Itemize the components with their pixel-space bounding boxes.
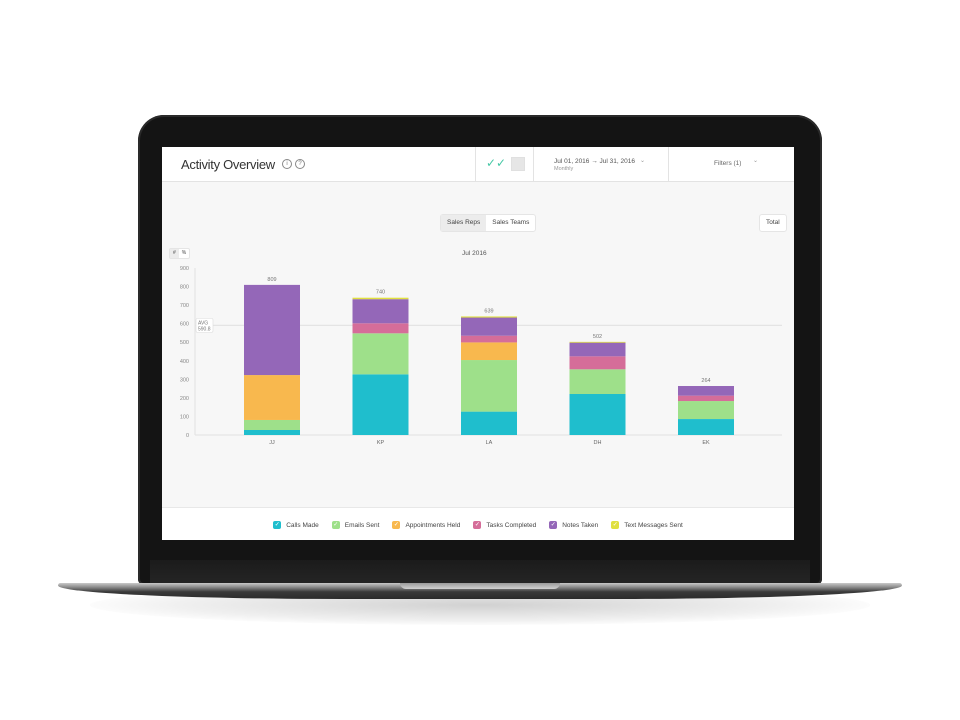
header-bar: Activity Overview i ? ✓✓ Jul 01, 2016 → … [162, 147, 794, 182]
bar-segment-calls-made [461, 411, 517, 435]
checkbox-checked-icon[interactable]: ✓ [473, 521, 482, 529]
grouping-toggle: Sales Reps Sales Teams [440, 214, 537, 232]
legend-label: Text Messages Sent [624, 521, 683, 529]
chevron-down-icon: ⌄ [753, 158, 759, 164]
view-toggle-group: ✓✓ [475, 147, 534, 181]
bar-total-label: 502 [593, 334, 602, 340]
bar-segment-emails-sent [569, 369, 626, 394]
bar-segment-text-messages-sent [352, 297, 409, 300]
chart-legend: ✓ Calls Made ✓ Emails Sent ✓ Appointments Hel… [162, 521, 794, 529]
filters-dropdown[interactable]: Filters (1) ⌄ [668, 147, 794, 181]
bar-segment-text-messages-sent [569, 341, 626, 343]
average-value: 590.8 [198, 326, 211, 332]
y-tick-label: 500 [180, 340, 189, 346]
legend-label: Emails Sent [344, 521, 380, 529]
help-icon[interactable]: ? [295, 159, 305, 169]
y-tick-label: 300 [180, 377, 189, 383]
legend-item[interactable]: ✓ Calls Made [273, 521, 319, 529]
bar-segment-emails-sent [352, 333, 409, 375]
bar-segment-emails-sent [678, 401, 734, 420]
bar-segment-emails-sent [461, 360, 517, 412]
bar-total-label: 809 [267, 277, 276, 283]
bar-segment-notes-taken [244, 284, 300, 376]
bar-segment-calls-made [678, 419, 734, 435]
bar-segment-tasks-completed [678, 395, 734, 402]
date-range-text: Jul 01, 2016 → Jul 31, 2016 [554, 158, 635, 165]
bar-total-label: 639 [484, 308, 493, 314]
bar-total-label: 264 [701, 378, 710, 384]
bar-segment-emails-sent [244, 419, 300, 430]
info-icon[interactable]: i [282, 159, 292, 169]
bar-segment-tasks-completed [461, 335, 517, 343]
legend-label: Tasks Completed [486, 521, 537, 529]
bar-segment-notes-taken [352, 299, 409, 324]
date-granularity: Monthly [554, 166, 574, 172]
legend-item[interactable]: ✓ Emails Sent [331, 521, 380, 529]
x-tick-label: JJ [269, 440, 275, 446]
legend-label: Notes Taken [562, 521, 599, 529]
bar-segment-tasks-completed [569, 356, 626, 370]
bar-segment-text-messages-sent [461, 316, 517, 318]
checkbox-checked-icon[interactable]: ✓ [331, 521, 340, 529]
total-button[interactable]: Total [759, 214, 787, 232]
x-tick-label: DH [594, 440, 602, 446]
double-check-icon[interactable]: ✓✓ [486, 156, 506, 170]
y-tick-label: 900 [180, 266, 189, 272]
bar-segment-calls-made [569, 393, 626, 435]
x-tick-label: KP [377, 440, 385, 446]
legend-item[interactable]: ✓ Tasks Completed [473, 521, 536, 529]
filters-label: Filters (1) [714, 160, 742, 167]
legend-item[interactable]: ✓ Appointments Held [392, 521, 460, 529]
tab-sales-reps[interactable]: Sales Reps [441, 215, 487, 231]
checkbox-checked-icon[interactable]: ✓ [549, 521, 558, 529]
y-tick-label: 600 [180, 322, 189, 328]
date-range-picker[interactable]: Jul 01, 2016 → Jul 31, 2016 Monthly ⌄ [533, 147, 669, 181]
grid-icon[interactable] [511, 157, 525, 171]
legend-item[interactable]: ✓ Notes Taken [549, 521, 598, 529]
y-tick-label: 400 [180, 359, 189, 365]
bar-segment-notes-taken [678, 386, 734, 396]
bar-segment-appointments-held [461, 342, 517, 361]
y-tick-label: 700 [180, 303, 189, 309]
bar-segment-calls-made [352, 374, 409, 435]
checkbox-checked-icon[interactable]: ✓ [392, 521, 401, 529]
checkbox-checked-icon[interactable]: ✓ [273, 521, 282, 529]
x-tick-label: EK [702, 440, 710, 446]
bar-segment-appointments-held [244, 375, 300, 420]
y-tick-label: 200 [180, 396, 189, 402]
bar-segment-notes-taken [569, 342, 626, 357]
bar-segment-notes-taken [461, 317, 517, 336]
laptop-bezel-bottom [150, 560, 810, 584]
page-title: Activity Overview [181, 157, 275, 172]
bar-segment-calls-made [244, 429, 300, 435]
legend-label: Appointments Held [405, 521, 461, 529]
legend-item[interactable]: ✓ Text Messages Sent [611, 521, 683, 529]
app-screen: Activity Overview i ? ✓✓ Jul 01, 2016 → … [162, 147, 794, 540]
chart-title: Jul 2016 [462, 250, 487, 257]
tab-sales-teams[interactable]: Sales Teams [486, 215, 535, 231]
bar-total-label: 740 [376, 290, 385, 296]
legend-label: Calls Made [286, 521, 319, 529]
checkbox-checked-icon[interactable]: ✓ [611, 521, 620, 529]
y-tick-label: 0 [186, 433, 189, 439]
laptop-notch [400, 583, 560, 589]
bar-segment-tasks-completed [352, 323, 409, 334]
legend-bar: ✓ Calls Made ✓ Emails Sent ✓ Appointments Hel… [162, 507, 794, 540]
y-tick-label: 800 [180, 285, 189, 291]
chevron-down-icon: ⌄ [640, 158, 646, 164]
y-tick-label: 100 [180, 414, 189, 420]
stacked-bar-chart: 0100200300400500600700800900AVG590.8809J… [180, 266, 782, 446]
x-tick-label: LA [486, 440, 493, 446]
